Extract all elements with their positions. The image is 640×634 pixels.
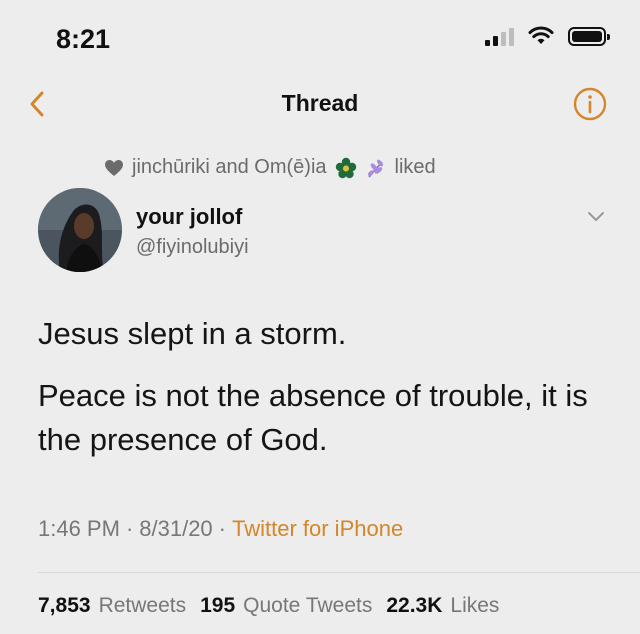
likes-label: Likes	[450, 594, 500, 617]
profile-photo	[38, 188, 122, 272]
quote-tweets-count: 195	[200, 594, 236, 617]
author-display-name[interactable]: your jollof	[136, 204, 242, 230]
divider	[38, 572, 640, 573]
chevron-down-icon	[588, 212, 604, 221]
green-flower-icon	[335, 157, 356, 178]
heart-icon	[105, 159, 123, 176]
liked-by-names: jinchūriki and Om(ē)ia	[132, 156, 327, 178]
tweet-line: Peace is not the absence of trouble, it …	[38, 378, 588, 457]
likes-count: 22.3K	[386, 594, 443, 617]
purple-sprig-icon	[367, 159, 383, 178]
tweet-source-link[interactable]: Twitter for iPhone	[232, 516, 403, 542]
quote-tweets-stat[interactable]: 195 Quote Tweets	[200, 594, 372, 618]
retweets-count: 7,853	[38, 594, 91, 617]
likes-stat[interactable]: 22.3K Likes	[386, 594, 499, 618]
tweet-text: Jesus slept in a storm. Peace is not the…	[38, 312, 618, 478]
tweet-line: Jesus slept in a storm.	[38, 316, 347, 351]
avatar[interactable]	[38, 188, 122, 272]
cellular-signal-icon	[485, 26, 514, 46]
status-time: 8:21	[56, 24, 111, 54]
tweet-options-button[interactable]	[584, 206, 608, 226]
tweet-meta: 1:46 PM · 8/31/20 · Twitter for iPhone	[38, 516, 403, 542]
wifi-icon	[528, 26, 554, 44]
quote-tweets-label: Quote Tweets	[243, 594, 373, 617]
liked-label: liked	[394, 156, 436, 178]
status-bar: 8:21	[0, 0, 640, 70]
social-context[interactable]: jinchūriki and Om(ē)ia liked	[104, 156, 436, 179]
nav-bar: Thread	[0, 80, 640, 130]
tweet-stats: 7,853 Retweets 195 Quote Tweets 22.3K Li…	[38, 594, 499, 618]
tweet-date: 8/31/20	[139, 516, 213, 541]
info-button[interactable]	[572, 86, 608, 122]
meta-separator: ·	[218, 516, 226, 541]
retweets-label: Retweets	[98, 594, 187, 617]
page-title: Thread	[281, 90, 359, 116]
author-handle[interactable]: @fiyinolubiyi	[136, 236, 249, 259]
status-icons	[485, 26, 610, 46]
battery-icon	[568, 26, 610, 46]
meta-separator: ·	[125, 516, 134, 541]
tweet-time: 1:46 PM	[38, 516, 120, 541]
retweets-stat[interactable]: 7,853 Retweets	[38, 594, 186, 618]
info-circle-icon	[573, 87, 607, 121]
